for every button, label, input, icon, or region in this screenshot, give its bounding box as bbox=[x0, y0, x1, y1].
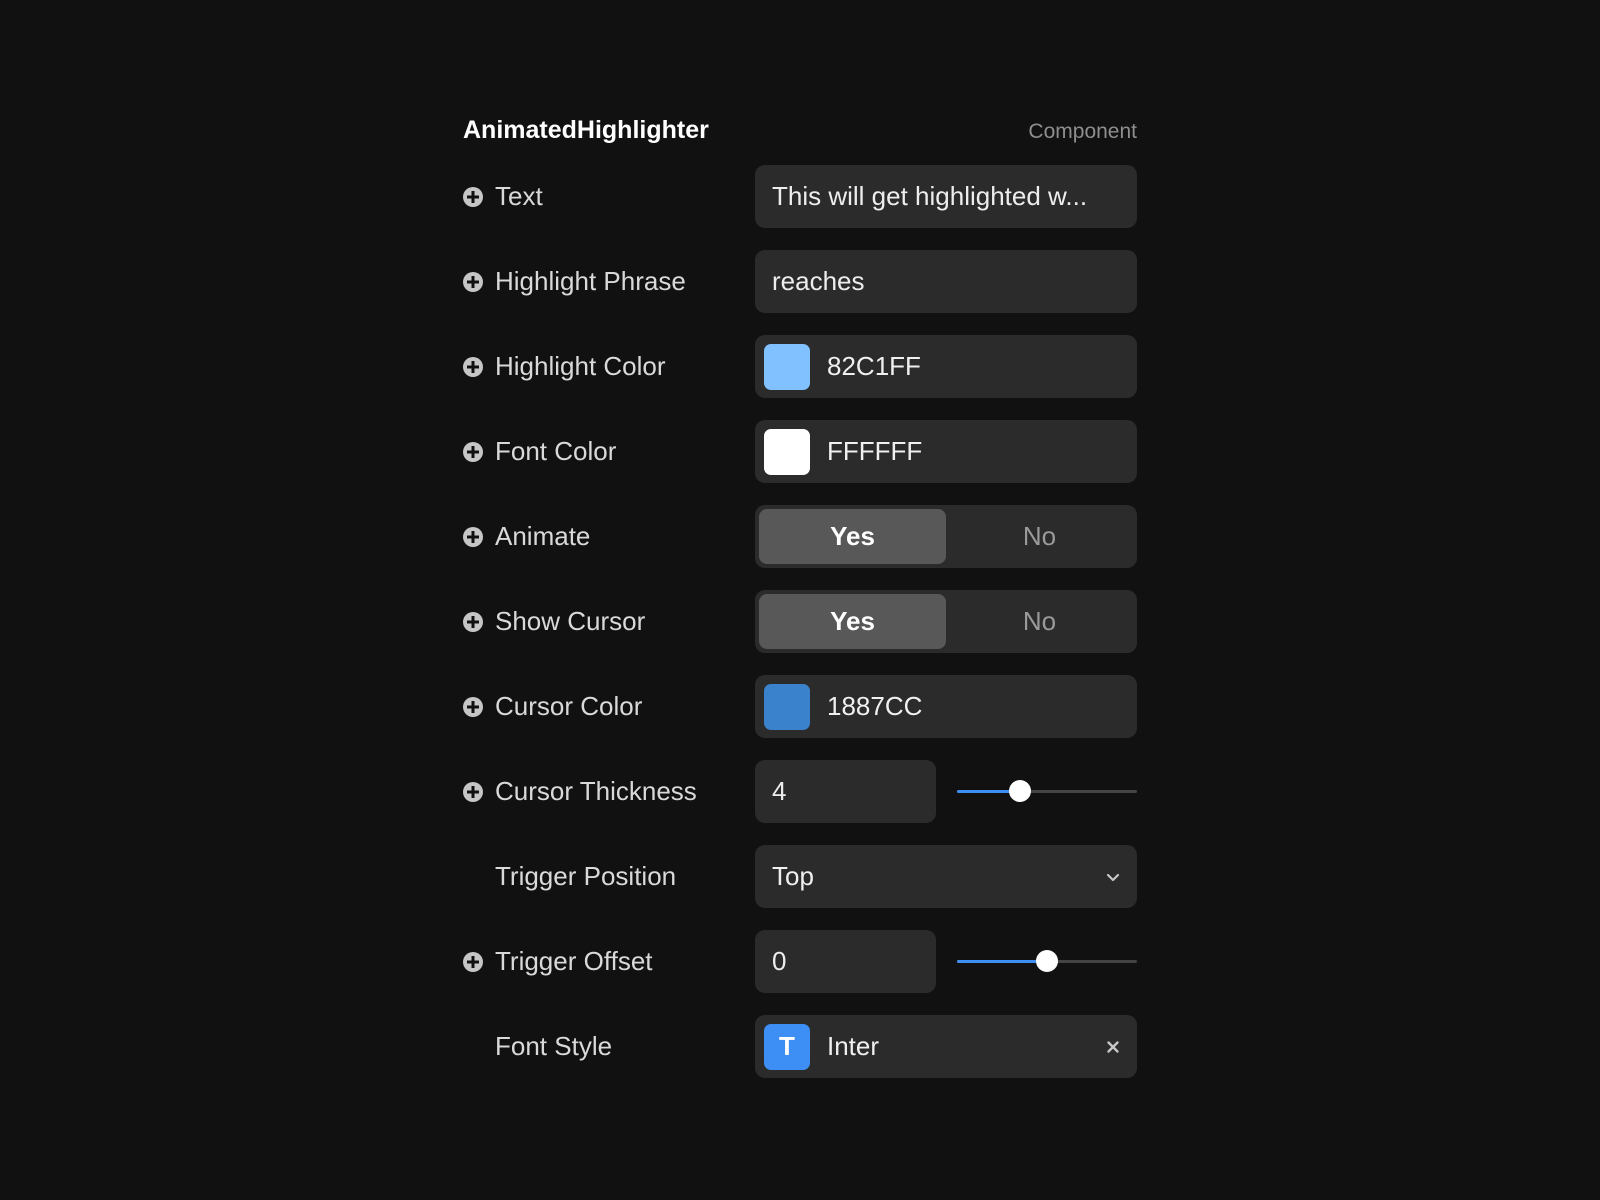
plus-circle-icon[interactable] bbox=[463, 696, 483, 717]
prop-row-show-cursor: Show Cursor Yes No bbox=[463, 590, 1137, 675]
highlight-color-value[interactable]: 82C1FF bbox=[827, 351, 921, 382]
properties-panel: AnimatedHighlighter Component Text This … bbox=[463, 100, 1137, 1100]
prop-label-trigger-position: Trigger Position bbox=[495, 861, 677, 891]
animate-yes-option[interactable]: Yes bbox=[759, 509, 946, 564]
prop-label-cursor-thickness: Cursor Thickness bbox=[495, 776, 697, 806]
highlight-color-field[interactable]: 82C1FF bbox=[755, 335, 1137, 398]
prop-label-highlight-phrase: Highlight Phrase bbox=[495, 266, 686, 296]
prop-row-highlight-color: Highlight Color 82C1FF bbox=[463, 335, 1137, 420]
cursor-thickness-input[interactable]: 4 bbox=[755, 760, 936, 823]
prop-label-font-color: Font Color bbox=[495, 436, 617, 466]
animate-toggle: Yes No bbox=[755, 505, 1137, 568]
panel-header: AnimatedHighlighter Component bbox=[463, 100, 1137, 165]
component-type-label: Component bbox=[1028, 120, 1137, 143]
trigger-offset-input[interactable]: 0 bbox=[755, 930, 936, 993]
font-color-value[interactable]: FFFFFF bbox=[827, 436, 922, 467]
plus-circle-icon[interactable] bbox=[463, 781, 483, 802]
component-title: AnimatedHighlighter bbox=[463, 116, 709, 144]
show-cursor-toggle: Yes No bbox=[755, 590, 1137, 653]
cursor-thickness-slider[interactable] bbox=[957, 780, 1137, 802]
plus-circle-icon[interactable] bbox=[463, 356, 483, 377]
plus-circle-icon[interactable] bbox=[463, 611, 483, 632]
prop-row-cursor-thickness: Cursor Thickness 4 bbox=[463, 760, 1137, 845]
font-style-field[interactable]: T Inter bbox=[755, 1015, 1137, 1078]
slider-track-fill bbox=[957, 960, 1047, 963]
chevron-down-icon bbox=[1106, 873, 1120, 881]
plus-circle-icon[interactable] bbox=[463, 951, 483, 972]
prop-label-animate: Animate bbox=[495, 521, 591, 551]
plus-circle-icon[interactable] bbox=[463, 441, 483, 462]
prop-label-cursor-color: Cursor Color bbox=[495, 691, 643, 721]
slider-handle[interactable] bbox=[1036, 950, 1058, 972]
font-color-field[interactable]: FFFFFF bbox=[755, 420, 1137, 483]
prop-label-trigger-offset: Trigger Offset bbox=[495, 946, 653, 976]
trigger-position-value: Top bbox=[772, 861, 814, 891]
prop-label-show-cursor: Show Cursor bbox=[495, 606, 646, 636]
plus-circle-icon[interactable] bbox=[463, 186, 483, 207]
show-cursor-no-option[interactable]: No bbox=[946, 594, 1133, 649]
cursor-color-field[interactable]: 1887CC bbox=[755, 675, 1137, 738]
slider-handle[interactable] bbox=[1009, 780, 1031, 802]
close-icon[interactable] bbox=[1105, 1039, 1121, 1055]
prop-row-font-color: Font Color FFFFFF bbox=[463, 420, 1137, 505]
prop-row-trigger-offset: Trigger Offset 0 bbox=[463, 930, 1137, 1015]
plus-circle-icon[interactable] bbox=[463, 526, 483, 547]
prop-row-text: Text This will get highlighted w... bbox=[463, 165, 1137, 250]
font-type-icon: T bbox=[764, 1023, 810, 1070]
animate-no-option[interactable]: No bbox=[946, 509, 1133, 564]
prop-row-trigger-position: Trigger Position Top bbox=[463, 845, 1137, 930]
trigger-position-select[interactable]: Top bbox=[755, 845, 1137, 908]
prop-row-cursor-color: Cursor Color 1887CC bbox=[463, 675, 1137, 760]
show-cursor-yes-option[interactable]: Yes bbox=[759, 594, 946, 649]
plus-circle-icon[interactable] bbox=[463, 271, 483, 292]
highlight-color-swatch[interactable] bbox=[764, 343, 810, 390]
trigger-offset-slider[interactable] bbox=[957, 950, 1137, 972]
prop-row-highlight-phrase: Highlight Phrase reaches bbox=[463, 250, 1137, 335]
prop-label-font-style: Font Style bbox=[495, 1031, 613, 1061]
prop-label-highlight-color: Highlight Color bbox=[495, 351, 666, 381]
text-input[interactable]: This will get highlighted w... bbox=[755, 165, 1137, 228]
cursor-color-value[interactable]: 1887CC bbox=[827, 691, 922, 722]
font-color-swatch[interactable] bbox=[764, 428, 810, 475]
prop-row-font-style: Font Style T Inter bbox=[463, 1015, 1137, 1100]
font-style-value: Inter bbox=[827, 1031, 880, 1061]
highlight-phrase-input[interactable]: reaches bbox=[755, 250, 1137, 313]
cursor-color-swatch[interactable] bbox=[764, 683, 810, 730]
prop-label-text: Text bbox=[495, 181, 543, 211]
prop-row-animate: Animate Yes No bbox=[463, 505, 1137, 590]
